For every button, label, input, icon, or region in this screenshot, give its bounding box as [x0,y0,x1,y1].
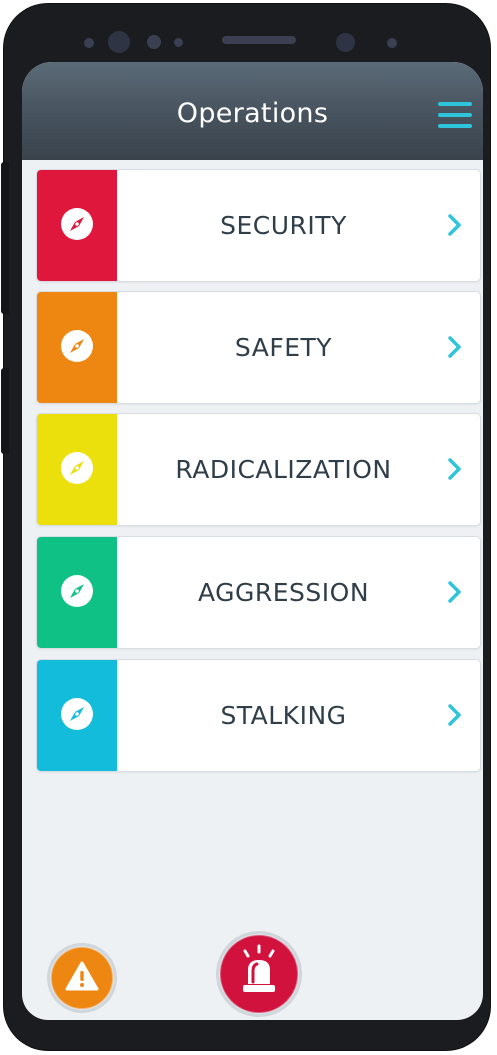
sensor-dot [387,38,397,48]
phone-frame: Operations SECURITY SAFETY RADICALIZATION A… [1,4,490,1050]
category-label: STALKING [220,701,347,730]
chevron-right-icon[interactable] [444,334,466,360]
category-color-block [37,660,117,771]
earpiece-speaker [222,36,296,44]
warning-icon [47,943,117,1013]
compass-icon [61,208,93,240]
sensor-dot [84,38,94,48]
category-color-block [37,414,117,525]
proximity-sensor [336,33,355,52]
category-label: AGGRESSION [197,578,370,607]
category-card-stalking[interactable]: STALKING [36,659,481,772]
category-color-block [37,537,117,648]
category-label: RADICALIZATION [175,455,392,484]
siren-icon [216,931,302,1017]
category-card-safety[interactable]: SAFETY [36,291,481,404]
sensor-bar [4,4,490,66]
chevron-right-icon[interactable] [444,702,466,728]
compass-icon [61,698,93,730]
app-screen: Operations SECURITY SAFETY RADICALIZATION A… [22,62,483,1020]
compass-icon [61,575,93,607]
hamburger-menu-icon[interactable] [438,100,474,132]
compass-icon [61,330,93,362]
side-button-upper [1,162,9,314]
compass-icon [61,452,93,484]
page-title: Operations [176,98,329,129]
category-label: SECURITY [220,211,347,240]
chevron-right-icon[interactable] [444,456,466,482]
front-camera [108,31,130,53]
chevron-right-icon[interactable] [444,212,466,238]
category-card-radicalization[interactable]: RADICALIZATION [36,413,481,526]
alarm-button[interactable] [215,930,303,1018]
sensor-dot [147,35,161,49]
category-color-block [37,170,117,281]
category-card-aggression[interactable]: AGGRESSION [36,536,481,649]
chevron-right-icon[interactable] [444,579,466,605]
category-card-security[interactable]: SECURITY [36,169,481,282]
category-label: SAFETY [234,333,333,362]
category-color-block [37,292,117,403]
side-button-lower [1,368,9,454]
app-header: Operations [22,62,483,160]
warning-button[interactable] [46,942,118,1014]
sensor-dot [174,38,183,47]
